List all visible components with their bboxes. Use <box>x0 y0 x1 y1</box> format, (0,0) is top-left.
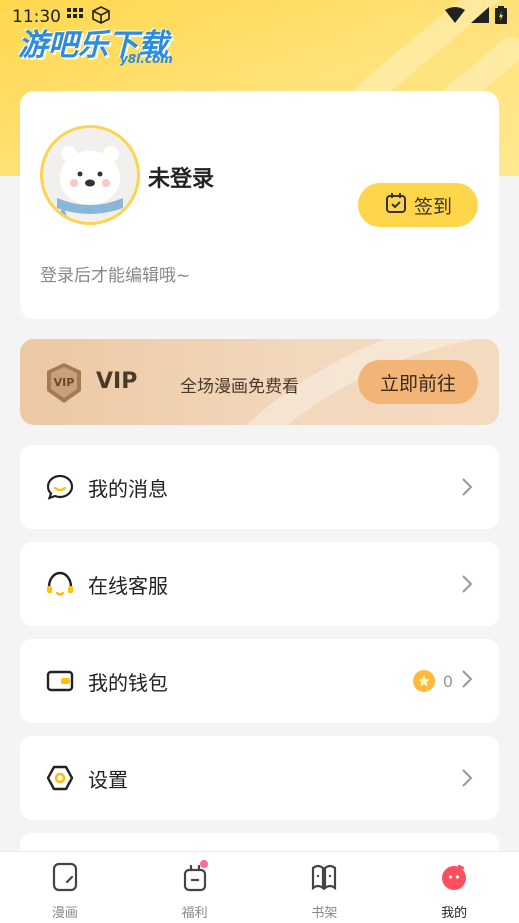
tab-label-profile: 我的 <box>441 906 468 921</box>
profile-icon <box>439 862 469 896</box>
wallet-icon <box>46 667 74 695</box>
checkin-label: 签到 <box>413 195 452 218</box>
menu-label-wallet: 我的钱包 <box>88 670 168 695</box>
wallet-balance: 0 <box>442 671 453 691</box>
profile-hint: 登录后才能编辑哦~ <box>40 266 191 286</box>
tab-profile[interactable]: 我的 <box>389 852 519 923</box>
avatar[interactable] <box>40 125 140 225</box>
vip-go-button[interactable]: 立即前往 <box>358 360 478 404</box>
settings-hexagon-icon <box>46 764 74 792</box>
tab-welfare[interactable]: 福利 <box>130 852 260 923</box>
menu-item-wallet[interactable]: 我的钱包 0 <box>20 639 499 723</box>
calendar-check-icon <box>384 191 408 220</box>
chevron-right-icon <box>461 477 473 497</box>
tab-label-comic: 漫画 <box>51 906 78 921</box>
username[interactable]: 未登录 <box>148 161 214 193</box>
vip-banner[interactable]: VIP VIP 全场漫画免费看 立即前往 <box>20 339 499 425</box>
headset-icon <box>46 570 74 598</box>
menu-item-messages[interactable]: 我的消息 <box>20 445 499 529</box>
notification-dot <box>199 860 208 868</box>
comic-icon <box>51 862 79 896</box>
chevron-right-icon <box>461 574 473 594</box>
vip-description: 全场漫画免费看 <box>180 377 299 397</box>
tab-label-bookshelf: 书架 <box>311 906 338 921</box>
bottom-tab-bar: 漫画 福利 书架 我的 <box>0 851 519 923</box>
chevron-right-icon <box>461 669 473 693</box>
menu-item-settings[interactable]: 设置 <box>20 736 499 820</box>
chevron-right-icon <box>461 768 473 788</box>
wallet-balance-group: 0 <box>412 669 473 693</box>
wifi-icon <box>445 7 465 27</box>
tab-comic[interactable]: 漫画 <box>0 852 130 923</box>
watermark-subtitle: y8l.com <box>120 52 173 66</box>
battery-icon <box>495 6 507 28</box>
menu-label-support: 在线客服 <box>88 573 168 598</box>
vip-label: VIP <box>96 369 138 394</box>
bookshelf-icon <box>309 862 339 896</box>
profile-card: 未登录 签到 登录后才能编辑哦~ <box>20 91 499 319</box>
checkin-button[interactable]: 签到 <box>358 183 478 227</box>
polar-bear-icon <box>43 128 137 222</box>
menu-label-settings: 设置 <box>88 767 128 792</box>
coin-icon <box>412 670 435 692</box>
vip-badge-icon: VIP <box>44 361 84 409</box>
signal-icon <box>471 7 489 27</box>
menu-label-messages: 我的消息 <box>88 476 168 501</box>
tab-label-welfare: 福利 <box>181 906 208 921</box>
svg-text:VIP: VIP <box>54 376 75 389</box>
tab-bookshelf[interactable]: 书架 <box>260 852 390 923</box>
menu-item-support[interactable]: 在线客服 <box>20 542 499 626</box>
message-bubble-icon <box>46 473 74 501</box>
